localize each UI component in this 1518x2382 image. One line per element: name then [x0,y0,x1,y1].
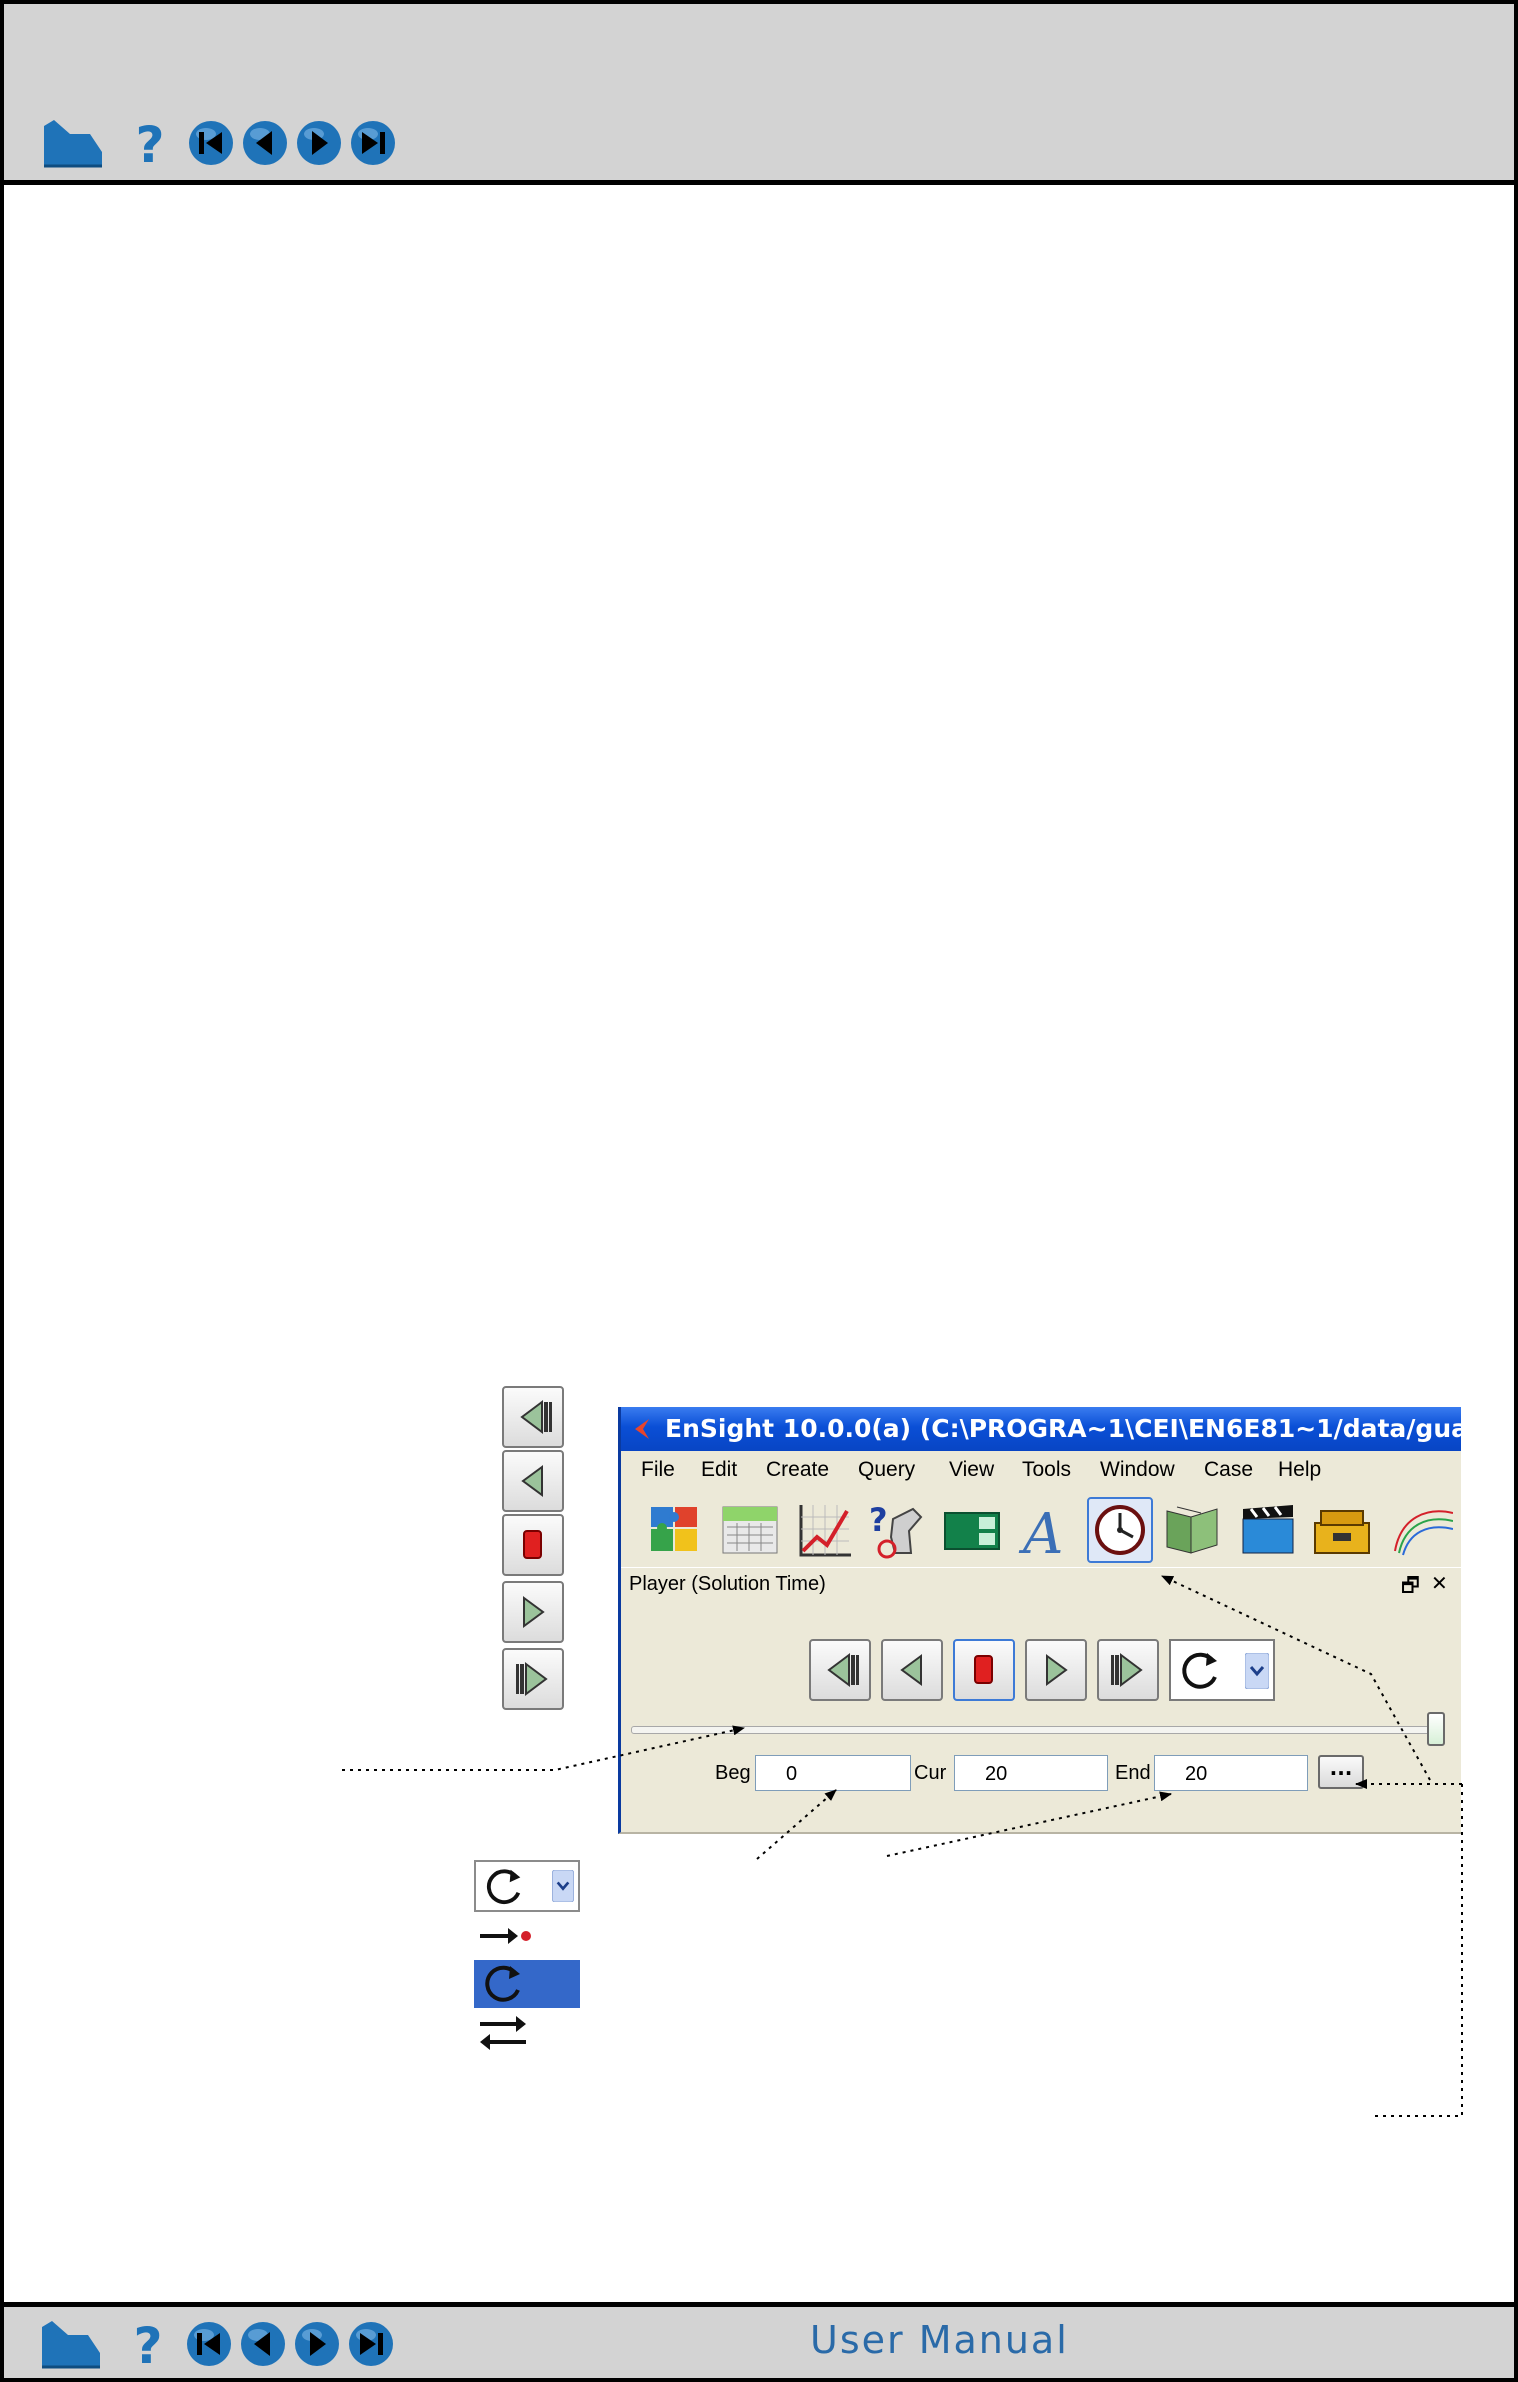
swing-icon [480,2016,526,2050]
last-page-icon[interactable] [346,2319,396,2369]
page-body [0,185,1518,2302]
help-icon[interactable] [128,2317,168,2371]
home-icon[interactable] [40,116,106,170]
player-panel-header: Player (Solution Time) 🗗 ✕ [621,1567,1461,1600]
player-panel-title: Player (Solution Time) [629,1573,826,1595]
play-once-icon [480,1928,531,1944]
toolbox-icon[interactable] [1309,1497,1375,1563]
time-slider-track[interactable] [631,1726,1433,1734]
play-forward-button[interactable] [502,1581,564,1643]
svg-text:?: ? [869,1501,888,1539]
chevron-down-icon [1245,1653,1269,1689]
more-options-button[interactable]: ... [1318,1755,1364,1789]
header-bar [0,0,1518,185]
menu-window[interactable]: Window [1100,1458,1175,1482]
header-nav [40,116,398,170]
detach-panel-icon[interactable]: 🗗 [1401,1571,1420,1605]
beg-label: Beg [715,1762,751,1784]
home-icon[interactable] [38,2317,104,2371]
panel-stop-button[interactable] [953,1639,1015,1701]
parts-puzzle-icon[interactable] [643,1497,709,1563]
step-forward-button[interactable] [502,1648,564,1710]
time-slider-thumb[interactable] [1427,1712,1445,1746]
option-loop[interactable] [474,1960,580,2008]
cur-field[interactable]: 20 [954,1755,1108,1791]
play-forward-icon [1027,1641,1085,1699]
loop-select[interactable] [474,1860,580,1912]
loop-dropdown [474,1860,580,2058]
plotter-icon[interactable] [791,1497,857,1563]
option-play-once[interactable] [474,1912,580,1960]
step-forward-icon [504,1650,562,1708]
play-forward-icon [504,1583,562,1641]
panel-step-backward-button[interactable] [809,1639,871,1701]
stop-icon [504,1516,562,1574]
streamline-icon[interactable] [1387,1497,1454,1563]
menu-query[interactable]: Query [858,1458,915,1482]
ensight-logo-icon [635,1419,649,1439]
help-icon[interactable] [130,116,170,170]
option-swing[interactable] [474,2008,580,2056]
first-page-icon[interactable] [186,118,236,168]
panel-step-forward-button[interactable] [1097,1639,1159,1701]
menu-view[interactable]: View [949,1458,994,1482]
close-panel-icon[interactable]: ✕ [1431,1571,1448,1596]
play-backward-icon [883,1641,941,1699]
cur-label: Cur [914,1762,947,1784]
menu-tools[interactable]: Tools [1022,1458,1071,1482]
footer-nav [38,2317,396,2371]
annotation-text-icon[interactable]: A [1013,1497,1079,1567]
next-page-icon[interactable] [292,2319,342,2369]
previous-page-icon[interactable] [238,2319,288,2369]
chevron-down-icon [552,1870,574,1902]
svg-text:A: A [1018,1502,1063,1563]
menu-file[interactable]: File [641,1458,675,1482]
menu-create[interactable]: Create [766,1458,829,1482]
loop-mode-select[interactable] [1169,1639,1275,1701]
step-backward-icon [504,1388,562,1446]
first-page-icon[interactable] [184,2319,234,2369]
footer-bar [0,2302,1518,2382]
menu-bar: File Edit Create Query View Tools Window… [621,1451,1461,1487]
play-backward-icon [504,1452,562,1510]
toolbar: ? A [621,1489,1461,1567]
keyframe-animation-icon[interactable] [1235,1497,1301,1563]
menu-case[interactable]: Case [1204,1458,1253,1482]
stop-icon [955,1641,1013,1699]
query-probe-icon[interactable]: ? [865,1497,931,1563]
panel-play-forward-button[interactable] [1025,1639,1087,1701]
ensight-window: EnSight 10.0.0(a) (C:\PROGRA~1\CEI\EN6E8… [618,1407,1461,1834]
menu-edit[interactable]: Edit [701,1458,737,1482]
panel-play-backward-button[interactable] [881,1639,943,1701]
flipbook-icon[interactable] [1161,1497,1227,1563]
step-forward-icon [1099,1641,1157,1699]
last-page-icon[interactable] [348,118,398,168]
end-label: End [1115,1762,1151,1784]
stop-button[interactable] [502,1514,564,1576]
beg-field[interactable]: 0 [755,1755,911,1791]
footer-title: User Manual [810,2318,1069,2362]
next-page-icon[interactable] [294,118,344,168]
viewports-icon[interactable] [939,1497,1005,1563]
calculator-icon[interactable] [717,1497,783,1563]
loop-icon [1173,1645,1225,1697]
loop-icon [478,1862,528,1912]
end-field[interactable]: 20 [1154,1755,1308,1791]
step-backward-icon [811,1641,869,1699]
play-backward-button[interactable] [502,1450,564,1512]
window-title: EnSight 10.0.0(a) (C:\PROGRA~1\CEI\EN6E8… [665,1414,1461,1443]
step-backward-button[interactable] [502,1386,564,1448]
solution-time-clock-icon[interactable] [1087,1497,1153,1563]
previous-page-icon[interactable] [240,118,290,168]
menu-help[interactable]: Help [1278,1458,1321,1482]
window-title-bar: EnSight 10.0.0(a) (C:\PROGRA~1\CEI\EN6E8… [621,1407,1461,1451]
loop-icon [476,1958,528,2010]
